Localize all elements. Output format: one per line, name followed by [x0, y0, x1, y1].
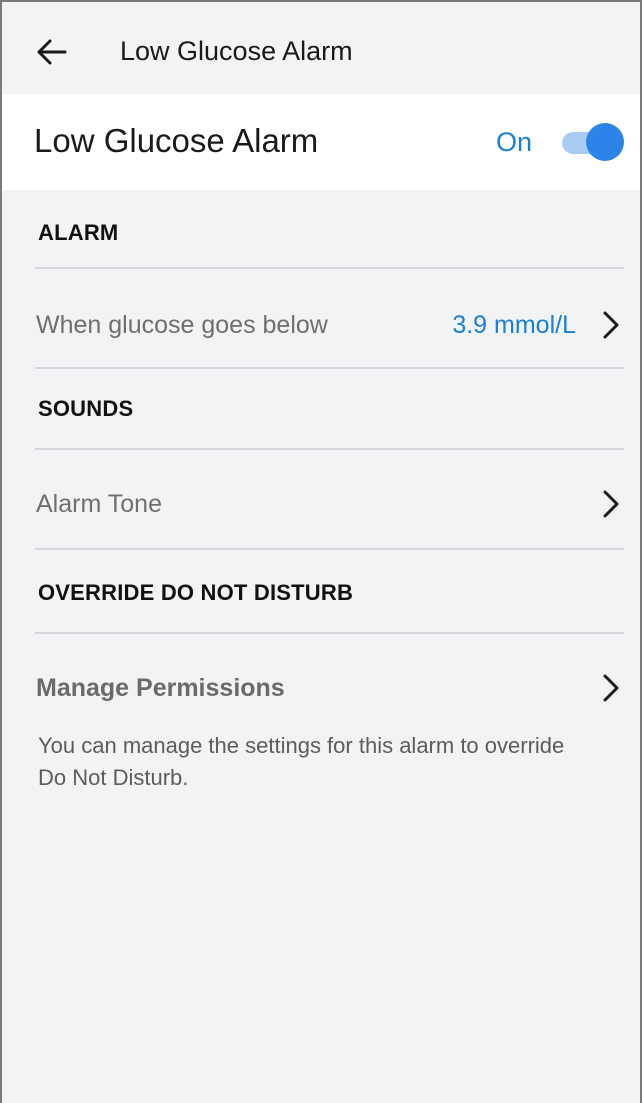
alarm-tone-label: Alarm Tone — [36, 490, 162, 518]
alarm-tone-row[interactable]: Alarm Tone — [2, 464, 640, 540]
alarm-toggle-switch[interactable] — [560, 122, 626, 162]
switch-thumb — [586, 123, 624, 161]
app-screen: Low Glucose Alarm Low Glucose Alarm On A… — [0, 0, 642, 1103]
section-header-dnd: OVERRIDE DO NOT DISTURB — [38, 580, 354, 605]
chevron-right-icon — [603, 311, 619, 339]
divider — [35, 367, 624, 369]
chevron-right-icon — [603, 674, 619, 702]
page-title: Low Glucose Alarm — [120, 36, 353, 66]
divider — [35, 632, 624, 634]
divider — [35, 267, 624, 269]
manage-permissions-row[interactable]: Manage Permissions — [2, 648, 640, 724]
divider — [35, 448, 624, 450]
back-button[interactable] — [30, 30, 74, 74]
chevron-right-icon — [603, 490, 619, 518]
divider — [35, 548, 624, 550]
arrow-left-icon — [37, 39, 67, 65]
section-header-alarm: ALARM — [38, 220, 119, 245]
threshold-value: 3.9 mmol/L — [452, 311, 576, 339]
threshold-label: When glucose goes below — [36, 311, 328, 339]
alarm-toggle-row[interactable]: Low Glucose Alarm On — [2, 94, 640, 190]
manage-permissions-label: Manage Permissions — [36, 674, 285, 702]
dnd-helper-text: You can manage the settings for this ala… — [38, 733, 565, 790]
alarm-toggle-label: Low Glucose Alarm — [34, 122, 319, 159]
app-bar: Low Glucose Alarm — [2, 2, 640, 94]
section-header-sounds: SOUNDS — [38, 396, 134, 421]
glucose-threshold-row[interactable]: When glucose goes below 3.9 mmol/L — [2, 285, 640, 361]
toggle-state-label: On — [496, 127, 533, 157]
